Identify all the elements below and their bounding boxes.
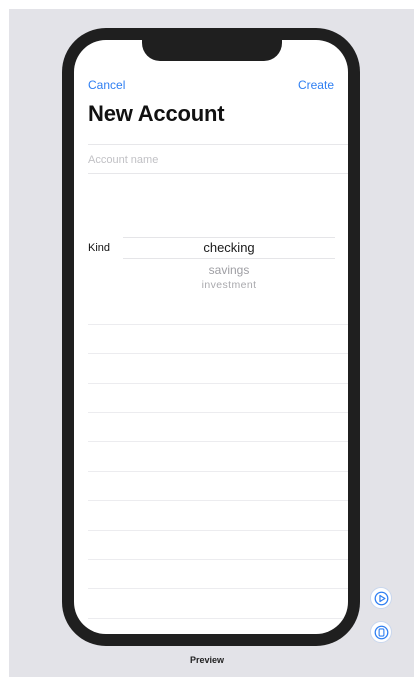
preview-label: Preview bbox=[189, 655, 225, 665]
cancel-button[interactable]: Cancel bbox=[88, 78, 125, 92]
list-row bbox=[88, 588, 348, 589]
list-row bbox=[88, 500, 348, 501]
divider bbox=[88, 173, 348, 174]
list-row bbox=[88, 471, 348, 472]
picker-option-checking[interactable]: checking bbox=[123, 240, 335, 255]
list-row bbox=[88, 618, 348, 619]
kind-picker[interactable]: checking savings investment bbox=[123, 236, 335, 296]
divider bbox=[88, 144, 348, 145]
device-icon bbox=[374, 625, 388, 639]
list-row bbox=[88, 441, 348, 442]
list-row bbox=[88, 559, 348, 560]
create-button[interactable]: Create bbox=[298, 78, 334, 92]
play-circle-icon bbox=[374, 591, 388, 605]
device-preview-button[interactable] bbox=[370, 621, 392, 643]
live-preview-button[interactable] bbox=[370, 587, 392, 609]
list-row bbox=[88, 324, 348, 325]
list-row bbox=[88, 412, 348, 413]
list-row bbox=[88, 383, 348, 384]
account-name-input[interactable] bbox=[88, 149, 333, 171]
picker-option-investment[interactable]: investment bbox=[123, 279, 335, 291]
picker-option-savings[interactable]: savings bbox=[123, 263, 335, 277]
device-screen: Cancel Create New Account Kind checking … bbox=[74, 40, 348, 634]
page-title: New Account bbox=[88, 101, 225, 126]
kind-label: Kind bbox=[88, 242, 111, 254]
list-row bbox=[88, 530, 348, 531]
list-row bbox=[88, 353, 348, 354]
device-notch bbox=[142, 40, 282, 61]
